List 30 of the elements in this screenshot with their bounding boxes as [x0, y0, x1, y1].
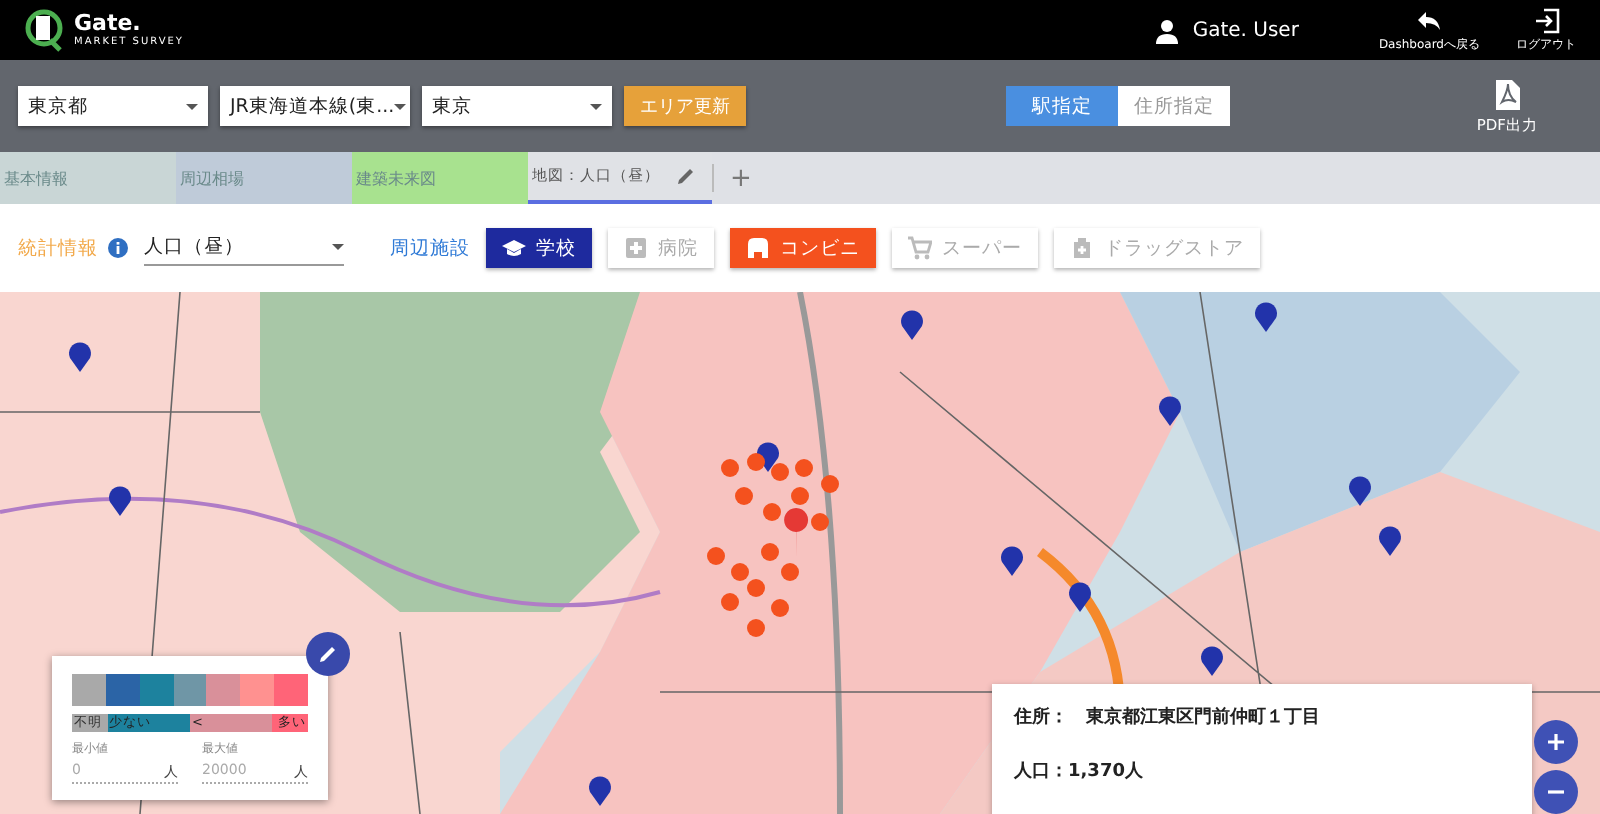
stats-label: 統計情報 — [18, 235, 98, 261]
user-icon — [1154, 17, 1181, 43]
facility-button[interactable]: 学校 — [486, 228, 592, 268]
back-arrow-icon — [1416, 7, 1443, 33]
cart-icon — [908, 236, 932, 260]
logo-icon — [24, 8, 64, 52]
address-label: 住所： — [1014, 705, 1068, 730]
stats-select[interactable]: 人口（昼） — [144, 230, 344, 266]
facilities-label: 周辺施設 — [390, 235, 470, 261]
plus-icon — [1546, 732, 1566, 752]
select-field[interactable]: 東京 — [422, 86, 612, 126]
bottle-icon — [1070, 236, 1094, 260]
plus-square-icon — [624, 236, 648, 260]
facility-button[interactable]: コンビニ — [730, 228, 876, 268]
address-value: 東京都江東区門前仲町１丁目 — [1086, 704, 1320, 730]
select-field[interactable]: 東京都 — [18, 86, 208, 126]
info-icon — [108, 238, 128, 258]
shop-icon — [746, 236, 770, 260]
mode-toggle[interactable]: 住所指定 — [1118, 86, 1230, 126]
population-text: 人口：1,370人 — [1014, 759, 1145, 784]
mortarboard-icon — [502, 236, 526, 260]
user-name: Gate. User — [1192, 19, 1299, 41]
mode-toggle[interactable]: 駅指定 — [1006, 86, 1118, 126]
pencil-icon — [676, 166, 696, 186]
add-tab-button[interactable]: + — [712, 164, 768, 192]
pencil-icon — [318, 644, 338, 664]
logo-title: Gate. — [74, 12, 143, 34]
pdf-file-icon — [1493, 77, 1522, 111]
select-field[interactable]: JR東海道本線(東... — [220, 86, 410, 126]
logout-icon — [1533, 7, 1559, 33]
